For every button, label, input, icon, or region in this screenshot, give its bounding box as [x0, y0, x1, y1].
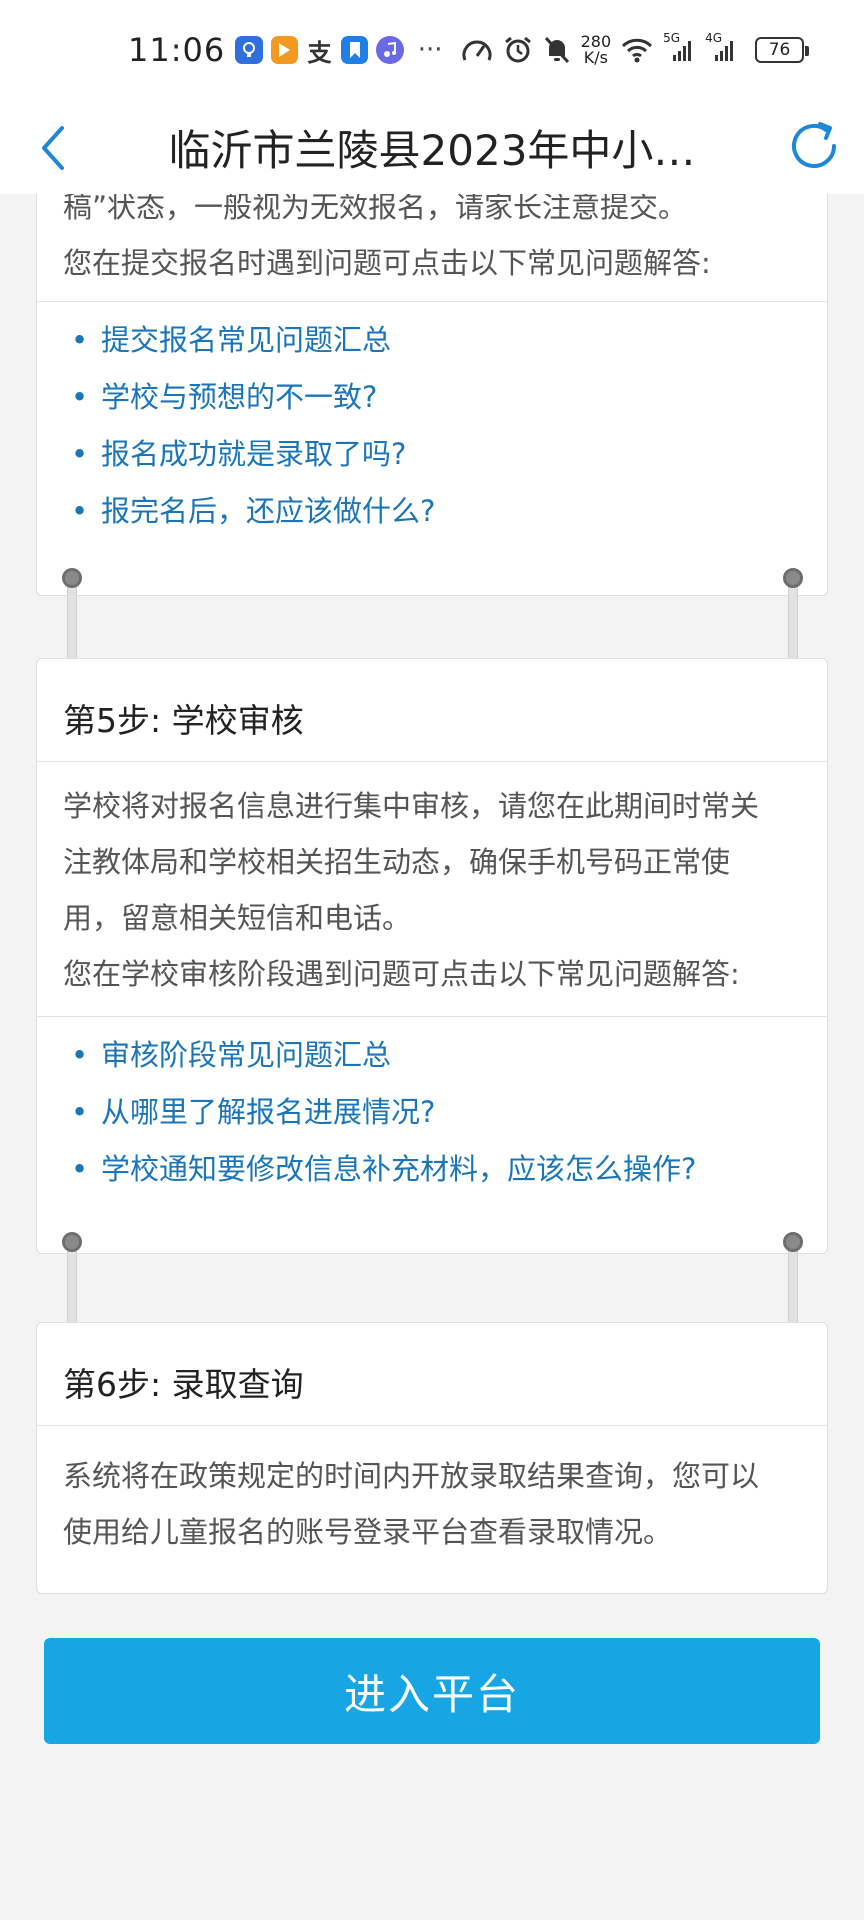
step6-text-line: 系统将在政策规定的时间内开放录取结果查询，您可以	[63, 1459, 760, 1493]
step4-faq-intro: 您在提交报名时遇到问题可点击以下常见问题解答:	[63, 246, 711, 280]
alipay-icon: 支	[307, 38, 332, 67]
signal-5g-icon: 5G	[663, 31, 695, 63]
faq-link[interactable]: 报名成功就是录取了吗?	[63, 426, 801, 483]
step5-text-line: 注教体局和学校相关招生动态，确保手机号码正常使	[63, 845, 731, 879]
step6-card: 第6步: 录取查询 系统将在政策规定的时间内开放录取结果查询，您可以 使用给儿童…	[36, 1322, 828, 1594]
step5-faq-intro: 您在学校审核阶段遇到问题可点击以下常见问题解答:	[63, 957, 740, 991]
nav-bar: 临沂市兰陵县2023年中小…	[0, 100, 864, 194]
status-bar: 11:06 支 ··· 280 K/s 5G 4G 76	[0, 0, 864, 100]
step6-title: 第6步: 录取查询	[63, 1365, 304, 1404]
faq-link[interactable]: 学校与预想的不一致?	[63, 369, 801, 426]
network-speed: 280 K/s	[580, 32, 612, 67]
step4-card: 稿”状态，一般视为无效报名，请家长注意提交。 您在提交报名时遇到问题可点击以下常…	[36, 194, 828, 596]
mute-bell-icon	[543, 35, 571, 65]
alarm-icon	[503, 35, 533, 65]
step6-text-line: 使用给儿童报名的账号登录平台查看录取情况。	[63, 1515, 673, 1549]
step5-text-line: 学校将对报名信息进行集中审核，请您在此期间时常关	[63, 789, 760, 823]
more-notifications-icon: ···	[417, 35, 443, 65]
page-title: 临沂市兰陵县2023年中小…	[168, 125, 696, 175]
back-button[interactable]	[30, 118, 90, 178]
step4-text: 稿”状态，一般视为无效报名，请家长注意提交。	[63, 194, 688, 224]
step5-card: 第5步: 学校审核 学校将对报名信息进行集中审核，请您在此期间时常关 注教体局和…	[36, 658, 828, 1254]
faq-link[interactable]: 报完名后，还应该做什么?	[63, 483, 801, 540]
refresh-button[interactable]	[784, 116, 844, 176]
step5-title: 第5步: 学校审核	[63, 701, 304, 740]
wifi-icon	[621, 37, 653, 63]
signal-4g-icon: 4G	[705, 31, 737, 63]
faq-link[interactable]: 学校通知要修改信息补充材料，应该怎么操作?	[63, 1141, 801, 1198]
app-notification-icon	[235, 36, 263, 64]
refresh-icon	[792, 122, 836, 168]
faq-link[interactable]: 审核阶段常见问题汇总	[63, 1027, 801, 1084]
faq-link[interactable]: 提交报名常见问题汇总	[63, 312, 801, 369]
chevron-left-icon	[42, 126, 64, 170]
speedometer-icon	[461, 36, 493, 64]
step5-faq-list: 审核阶段常见问题汇总 从哪里了解报名进展情况? 学校通知要修改信息补充材料，应该…	[37, 1017, 827, 1208]
video-app-icon	[270, 36, 298, 64]
status-time: 11:06	[128, 31, 226, 69]
music-app-icon	[376, 36, 404, 64]
step5-text-line: 用，留意相关短信和电话。	[63, 901, 412, 935]
faq-link[interactable]: 从哪里了解报名进展情况?	[63, 1084, 801, 1141]
step4-faq-list: 提交报名常见问题汇总 学校与预想的不一致? 报名成功就是录取了吗? 报完名后，还…	[37, 302, 827, 550]
content-area[interactable]: 稿”状态，一般视为无效报名，请家长注意提交。 您在提交报名时遇到问题可点击以下常…	[0, 194, 864, 1920]
enter-platform-button[interactable]: 进入平台	[44, 1638, 820, 1744]
battery-icon: 76	[755, 37, 809, 63]
bookmark-app-icon	[341, 36, 369, 64]
